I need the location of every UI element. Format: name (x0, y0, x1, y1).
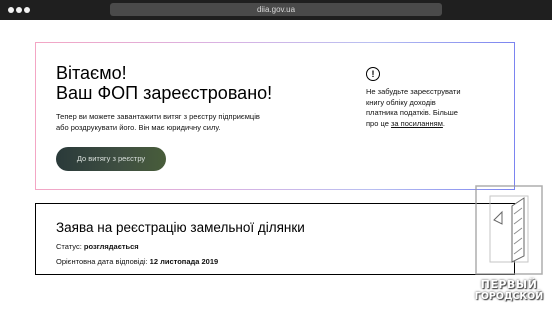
notice-line-3: платника податків. Більше (366, 108, 458, 117)
channel-watermark: ПЕРВЫЙ ГОРОДСКОЙ (472, 184, 546, 306)
window-close-dot[interactable] (8, 7, 14, 13)
date-value: 12 листопада 2019 (149, 257, 219, 266)
notice-line-1: Не забудьте зареєструвати (366, 87, 461, 96)
exclamation-icon: ! (366, 67, 380, 81)
status-label: Статус: (56, 242, 84, 251)
headline-line-1: Вітаємо! (56, 63, 127, 83)
window-minimize-dot[interactable] (16, 7, 22, 13)
date-label: Орієнтовна дата відповіді: (56, 257, 150, 266)
address-bar[interactable]: diia.gov.ua (110, 3, 442, 16)
window-maximize-dot[interactable] (24, 7, 30, 13)
application-status: Статус: розглядається (56, 242, 139, 251)
registration-success-card: Вітаємо! Ваш ФОП зареєстровано! Тепер ви… (35, 42, 515, 190)
watermark-line-1: ПЕРВЫЙ (480, 278, 538, 291)
land-application-card[interactable]: Заява на реєстрацію замельної ділянки Ст… (35, 203, 515, 275)
tax-book-notice: Не забудьте зареєструвати книгу обліку д… (366, 87, 484, 129)
application-title: Заява на реєстрацію замельної ділянки (56, 220, 305, 235)
headline-line-2: Ваш ФОП зареєстровано! (56, 83, 273, 103)
browser-toolbar: diia.gov.ua (0, 0, 552, 20)
details-link[interactable]: за посиланням (391, 119, 443, 128)
channel-logo-icon (475, 185, 543, 275)
notice-line-4-suffix: . (442, 118, 445, 128)
notice-line-4-prefix: про це (366, 118, 391, 128)
notice-line-2: книгу обліку доходів (366, 97, 436, 107)
notice-line-4: про це за посиланням. (366, 119, 484, 130)
subtext-line-1: Тепер ви можете завантажити витяг з реєс… (56, 112, 260, 121)
status-value: розглядається (83, 242, 139, 251)
go-to-extract-button[interactable]: До витягу з реєстру (56, 147, 166, 171)
expected-response-date: Орієнтовна дата відповіді: 12 листопада … (56, 257, 218, 266)
download-instructions: Тепер ви можете завантажити витяг з реєс… (56, 111, 296, 133)
success-headline: Вітаємо! Ваш ФОП зареєстровано! (56, 63, 272, 103)
subtext-line-2: або роздрукувати його. Він має юридичну … (56, 123, 221, 132)
watermark-line-2: ГОРОДСКОЙ (474, 291, 544, 302)
